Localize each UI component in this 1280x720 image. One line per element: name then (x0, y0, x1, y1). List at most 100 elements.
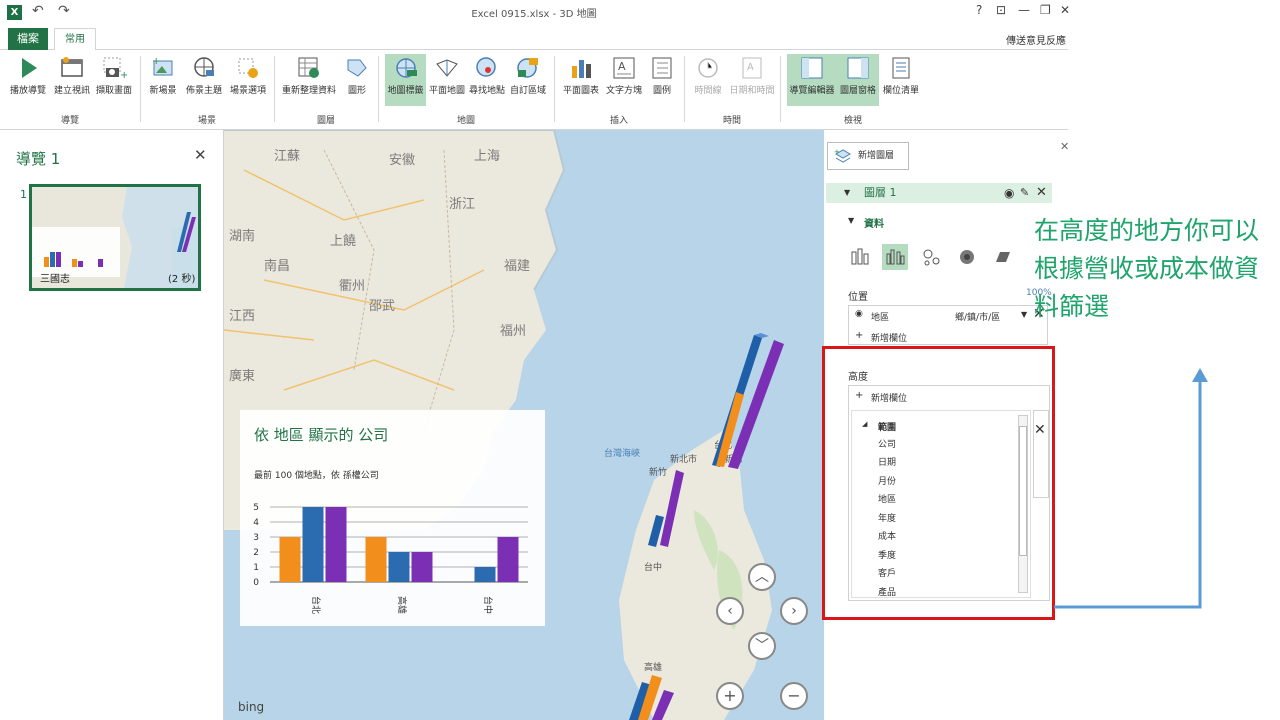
map-label-fuzhou: 福州 (500, 324, 526, 339)
find-location-icon (476, 57, 496, 77)
group-time-label: 時間 (722, 116, 741, 126)
scene-name: 三國志 (40, 274, 70, 285)
chevron-down-icon[interactable]: ▼ (1021, 310, 1027, 319)
x-category-label: 高雄 (396, 596, 408, 614)
map-label-fujian: 福建 (504, 259, 530, 274)
layer-pane-icon (847, 57, 869, 79)
field-list-button[interactable]: 欄位清單 (881, 54, 921, 106)
bubble-viz-button[interactable] (918, 244, 944, 270)
close-icon[interactable]: ✕ (1060, 140, 1069, 153)
rotate-left-button[interactable]: ‹ (716, 597, 744, 625)
clustered-column-icon (886, 249, 905, 265)
tab-file[interactable]: 檔案 (8, 28, 48, 50)
rotate-right-button[interactable]: › (780, 597, 808, 625)
map-labels-button[interactable]: 地圖標籤 (385, 54, 426, 106)
svg-text:+: + (120, 70, 127, 80)
fullscreen-icon[interactable]: ⊡ (996, 3, 1006, 17)
tilt-up-button[interactable]: ︿ (748, 563, 776, 591)
location-label: 位置 (848, 292, 868, 303)
minimize-icon[interactable]: — (1018, 3, 1030, 17)
play-tour-button[interactable]: 播放導覽 (6, 54, 50, 106)
clustered-column-viz-button[interactable] (882, 244, 908, 270)
scene-options-button[interactable]: 場景選項 (226, 54, 270, 106)
find-location-button[interactable]: 尋找地點 (468, 54, 506, 106)
add-layer-button[interactable]: + 新增圖層 (827, 142, 909, 170)
tab-home[interactable]: 常用 (54, 28, 96, 51)
map-label-zhejiang: 浙江 (449, 197, 475, 212)
svg-text:+: + (152, 56, 160, 67)
title-bar: X ↶ ↷ Excel 0915.xlsx - 3D 地圖 ? ⊡ — ❐ ✕ (0, 0, 1070, 26)
create-video-button[interactable]: 建立視訊 (52, 54, 92, 106)
layer-1-header[interactable]: ▼ 圖層 1 ◉ ✎ ✕ (826, 183, 1052, 203)
bar (497, 537, 519, 582)
layer-pane-button[interactable]: 圖層窗格 (837, 54, 879, 106)
delete-layer-icon[interactable]: ✕ (1036, 183, 1047, 203)
stacked-column-viz-button[interactable] (846, 244, 872, 270)
timeline-icon (698, 58, 718, 78)
2d-chart-icon (572, 60, 591, 78)
send-feedback-link[interactable]: 傳送意見反應 (1006, 32, 1066, 47)
bar-chart: 0 1 2 3 4 5 台北 高雄 台中 (253, 503, 528, 614)
timeline-button[interactable]: 時間線 (690, 54, 726, 106)
map-label-taiwan-strait: 台灣海峽 (604, 447, 640, 459)
custom-regions-button[interactable]: 自訂區域 (508, 54, 548, 106)
svg-text:A: A (618, 60, 626, 73)
text-box-button[interactable]: A 文字方塊 (604, 54, 644, 106)
theme-icon (194, 57, 214, 77)
new-scene-button[interactable]: + 新場景 (146, 54, 180, 106)
scene-thumbnail[interactable]: 三國志 (2 秒) (29, 184, 201, 291)
heatmap-viz-button[interactable] (954, 244, 980, 270)
region-viz-button[interactable] (990, 244, 1016, 270)
shapes-icon (347, 59, 367, 77)
location-type-dropdown[interactable]: 鄉/鎮/市/區 (955, 310, 1000, 323)
date-time-button[interactable]: A 日期和時間 (726, 54, 778, 106)
refresh-data-button[interactable]: 重新整理資料 (278, 54, 340, 106)
x-category-label: 台中 (482, 596, 494, 614)
map-label-anhui: 安徽 (389, 153, 415, 168)
collapse-icon[interactable]: ▼ (844, 183, 850, 203)
2d-chart-card[interactable]: 依 地區 顯示的 公司 最前 100 個地點，依 孫權公司 0 1 2 3 4 5 台北 高雄… (240, 410, 545, 626)
legend-button[interactable]: 圖例 (646, 54, 678, 106)
tour-title: 導覽 1 (16, 150, 61, 168)
visibility-eye-icon[interactable]: ◉ (1004, 183, 1014, 203)
new-scene-icon: + (152, 56, 173, 76)
zoom-in-button[interactable]: + (716, 682, 744, 710)
play-icon (22, 58, 37, 78)
restore-icon[interactable]: ❐ (1040, 3, 1051, 17)
map-label-quzhou: 衢州 (339, 279, 365, 294)
legend-icon (652, 57, 672, 79)
tilt-down-button[interactable]: ﹀ (748, 632, 776, 660)
collapse-icon[interactable]: ▼ (848, 216, 854, 225)
group-scene-label: 場景 (197, 116, 216, 126)
flat-map-button[interactable]: 平面地圖 (428, 54, 466, 106)
location-field-box: ◉ 地區 鄉/鎮/市/區 ▼ ✕ + 新增欄位 (848, 305, 1048, 345)
y-tick-label: 0 (253, 578, 259, 588)
capture-screen-button[interactable]: + 擷取畫面 (94, 54, 134, 106)
map-column-taipei[interactable] (712, 333, 784, 469)
window-title: Excel 0915.xlsx - 3D 地圖 (471, 9, 597, 20)
group-map-label: 地圖 (456, 116, 475, 126)
2d-chart-button[interactable]: 平面圖表 (560, 54, 602, 106)
bing-logo: bing (238, 700, 265, 714)
help-icon[interactable]: ? (976, 3, 982, 17)
rename-pencil-icon[interactable]: ✎ (1020, 183, 1029, 203)
tour-editor-button[interactable]: 導覽編輯器 (787, 54, 837, 106)
group-insert-label: 插入 (609, 116, 628, 126)
svg-text:A: A (747, 62, 754, 73)
scene-options-icon (238, 58, 258, 78)
bubble-icon (923, 249, 940, 266)
field-list-icon (892, 57, 910, 79)
date-time-icon: A (742, 57, 762, 79)
svg-text:+: + (834, 148, 840, 156)
map-label-taichung: 台中 (644, 561, 662, 573)
location-radio[interactable]: ◉ (855, 309, 863, 319)
add-location-field-button[interactable]: 新增欄位 (871, 331, 907, 344)
visualization-type-row (846, 244, 1046, 272)
zoom-out-button[interactable]: − (780, 682, 808, 710)
theme-button[interactable]: 佈景主題 (184, 54, 224, 106)
close-icon[interactable]: ✕ (1060, 3, 1070, 17)
y-tick-label: 1 (253, 563, 259, 573)
close-icon[interactable]: ✕ (194, 146, 207, 164)
shapes-button[interactable]: 圖形 (342, 54, 372, 106)
y-tick-label: 2 (253, 548, 259, 558)
